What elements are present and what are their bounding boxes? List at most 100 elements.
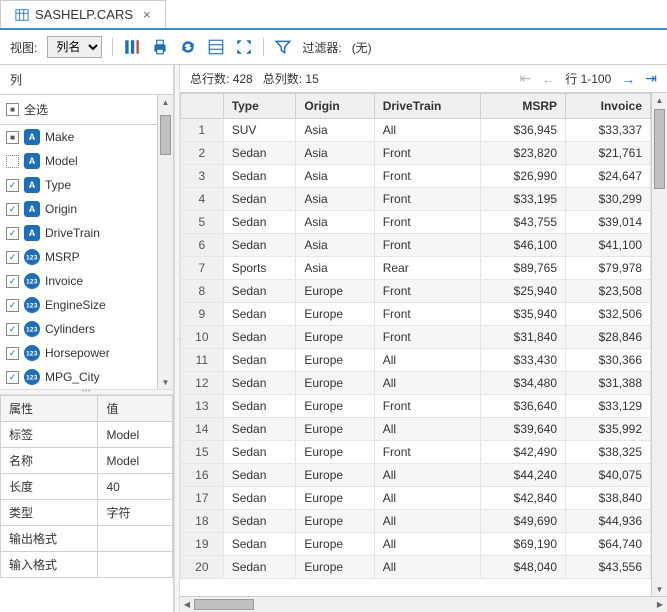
cell: $33,129 <box>566 395 651 418</box>
cell: $43,556 <box>566 556 651 579</box>
cell: $89,765 <box>481 257 566 280</box>
select-all-label: 全选 <box>24 101 48 118</box>
cell: Asia <box>296 188 374 211</box>
table-row[interactable]: 3SedanAsiaFront$26,990$24,647 <box>181 165 651 188</box>
cell: Asia <box>296 119 374 142</box>
column-item[interactable]: Type <box>0 173 157 197</box>
filter-icon[interactable] <box>274 38 292 56</box>
column-header[interactable]: DriveTrain <box>374 94 480 119</box>
property-row[interactable]: 长度40 <box>1 474 173 500</box>
rownum-header[interactable] <box>181 94 224 119</box>
column-checkbox[interactable] <box>6 203 19 216</box>
scroll-right-icon[interactable]: ▶ <box>653 597 667 612</box>
column-item[interactable]: Make <box>0 125 157 149</box>
select-all-row[interactable]: 全选 <box>0 95 157 125</box>
grid-scrollbar-h[interactable]: ◀ ▶ <box>180 596 667 612</box>
column-checkbox[interactable] <box>6 323 19 336</box>
property-row[interactable]: 标签Model <box>1 422 173 448</box>
list-icon[interactable] <box>207 38 225 56</box>
print-icon[interactable] <box>151 38 169 56</box>
column-checkbox[interactable] <box>6 179 19 192</box>
cell: All <box>374 464 480 487</box>
scroll-up-icon[interactable]: ▲ <box>158 95 173 109</box>
cell: $39,640 <box>481 418 566 441</box>
props-header-attr[interactable]: 属性 <box>1 396 98 422</box>
table-row[interactable]: 2SedanAsiaFront$23,820$21,761 <box>181 142 651 165</box>
table-row[interactable]: 5SedanAsiaFront$43,755$39,014 <box>181 211 651 234</box>
filter-label: 过滤器: <box>302 39 341 56</box>
column-item[interactable]: DriveTrain <box>0 221 157 245</box>
cell: $21,761 <box>566 142 651 165</box>
property-row[interactable]: 输出格式 <box>1 526 173 552</box>
refresh-icon[interactable] <box>179 38 197 56</box>
scroll-down-icon[interactable]: ▼ <box>158 375 173 389</box>
expand-icon[interactable] <box>235 38 253 56</box>
properties-table: 属性 值 标签Model名称Model长度40类型字符输出格式输入格式 <box>0 395 173 578</box>
nav-first-icon[interactable]: ⇤ <box>520 70 532 87</box>
table-row[interactable]: 18SedanEuropeAll$49,690$44,936 <box>181 510 651 533</box>
table-row[interactable]: 6SedanAsiaFront$46,100$41,100 <box>181 234 651 257</box>
column-item[interactable]: Invoice <box>0 269 157 293</box>
columns-icon[interactable] <box>123 38 141 56</box>
column-header[interactable]: Type <box>223 94 296 119</box>
view-select[interactable]: 列名 <box>47 36 102 58</box>
property-row[interactable]: 类型字符 <box>1 500 173 526</box>
table-row[interactable]: 10SedanEuropeFront$31,840$28,846 <box>181 326 651 349</box>
column-checkbox[interactable] <box>6 155 19 168</box>
column-header[interactable]: Origin <box>296 94 374 119</box>
scroll-left-icon[interactable]: ◀ <box>180 597 194 612</box>
nav-last-icon[interactable]: ⇥ <box>645 70 657 87</box>
table-row[interactable]: 12SedanEuropeAll$34,480$31,388 <box>181 372 651 395</box>
scroll-thumb[interactable] <box>654 109 665 189</box>
cell: Asia <box>296 142 374 165</box>
column-header[interactable]: MSRP <box>481 94 566 119</box>
column-item[interactable]: Origin <box>0 197 157 221</box>
scroll-down-icon[interactable]: ▼ <box>652 582 667 596</box>
scroll-thumb[interactable] <box>160 115 171 155</box>
grid-scrollbar-v[interactable]: ▲ ▼ <box>651 93 667 596</box>
tab-sashelp-cars[interactable]: SASHELP.CARS × <box>0 0 166 28</box>
table-row[interactable]: 8SedanEuropeFront$25,940$23,508 <box>181 280 651 303</box>
column-checkbox[interactable] <box>6 131 19 144</box>
table-row[interactable]: 4SedanAsiaFront$33,195$30,299 <box>181 188 651 211</box>
cell: Sedan <box>223 165 296 188</box>
column-header[interactable]: Invoice <box>566 94 651 119</box>
nav-prev-icon[interactable]: ← <box>541 71 555 87</box>
props-header-val[interactable]: 值 <box>98 396 173 422</box>
table-row[interactable]: 20SedanEuropeAll$48,040$43,556 <box>181 556 651 579</box>
column-item[interactable]: EngineSize <box>0 293 157 317</box>
nav-next-icon[interactable]: → <box>621 71 635 87</box>
table-row[interactable]: 13SedanEuropeFront$36,640$33,129 <box>181 395 651 418</box>
column-checkbox[interactable] <box>6 275 19 288</box>
column-item[interactable]: MPG_City <box>0 365 157 389</box>
table-row[interactable]: 9SedanEuropeFront$35,940$32,506 <box>181 303 651 326</box>
scroll-thumb[interactable] <box>194 599 254 610</box>
close-icon[interactable]: × <box>143 7 151 22</box>
scroll-up-icon[interactable]: ▲ <box>652 93 667 107</box>
table-row[interactable]: 16SedanEuropeAll$44,240$40,075 <box>181 464 651 487</box>
column-scrollbar[interactable]: ▲ ▼ <box>157 95 173 389</box>
table-row[interactable]: 19SedanEuropeAll$69,190$64,740 <box>181 533 651 556</box>
table-row[interactable]: 7SportsAsiaRear$89,765$79,978 <box>181 257 651 280</box>
select-all-checkbox[interactable] <box>6 103 19 116</box>
column-checkbox[interactable] <box>6 251 19 264</box>
column-item[interactable]: MSRP <box>0 245 157 269</box>
property-row[interactable]: 输入格式 <box>1 552 173 578</box>
column-checkbox[interactable] <box>6 227 19 240</box>
column-checkbox[interactable] <box>6 299 19 312</box>
table-row[interactable]: 14SedanEuropeAll$39,640$35,992 <box>181 418 651 441</box>
column-item[interactable]: Cylinders <box>0 317 157 341</box>
column-checkbox[interactable] <box>6 347 19 360</box>
column-name: Model <box>45 154 78 168</box>
property-row[interactable]: 名称Model <box>1 448 173 474</box>
cell: Sedan <box>223 464 296 487</box>
table-row[interactable]: 11SedanEuropeAll$33,430$30,366 <box>181 349 651 372</box>
table-row[interactable]: 1SUVAsiaAll$36,945$33,337 <box>181 119 651 142</box>
total-rows-label: 总行数: <box>190 72 229 86</box>
table-row[interactable]: 15SedanEuropeFront$42,490$38,325 <box>181 441 651 464</box>
column-item[interactable]: Horsepower <box>0 341 157 365</box>
column-checkbox[interactable] <box>6 371 19 384</box>
table-row[interactable]: 17SedanEuropeAll$42,840$38,840 <box>181 487 651 510</box>
cell: Sedan <box>223 395 296 418</box>
column-item[interactable]: Model <box>0 149 157 173</box>
